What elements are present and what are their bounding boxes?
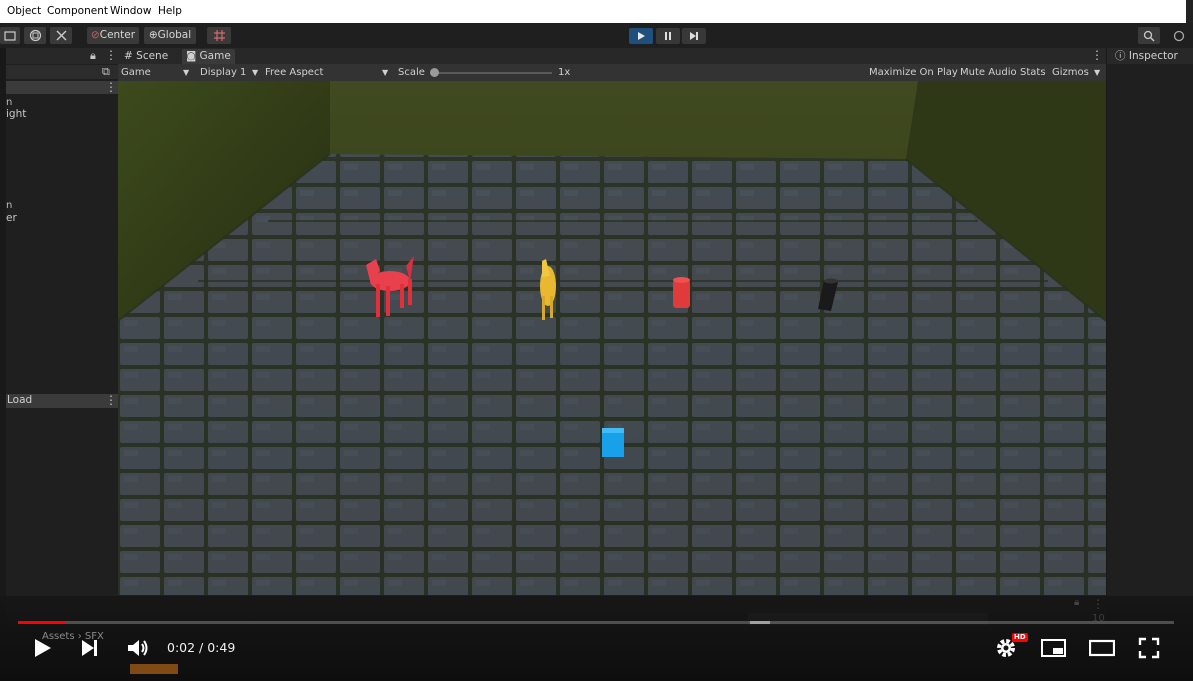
miniplayer-icon [1041,639,1066,657]
view-tabs: # Scene ◙ Game ⋮ [118,48,1106,64]
load-scene-menu-icon[interactable]: ⋮ [105,393,117,407]
transform-tool-icon [29,29,41,42]
tab-game[interactable]: ◙ Game [182,49,235,64]
gizmos-label: Gizmos [1052,67,1089,78]
rect-tool-icon [4,31,16,41]
grid-snap-button[interactable] [207,27,231,44]
fullscreen-icon [1138,637,1160,659]
space-global-button[interactable]: ⊕Global [144,27,196,44]
chevron-down-icon: ▼ [1094,68,1101,77]
main-toolbar: ⊘Center ⊕Global [0,23,1193,48]
info-icon: ⓘ [1115,50,1126,62]
tab-inspector-label: Inspector [1128,50,1178,62]
video-time-display: 0:02 / 0:49 [167,640,236,655]
theater-mode-button[interactable] [1088,638,1116,658]
mute-audio-toggle[interactable]: Mute Audio [960,65,1017,81]
hierarchy-search[interactable]: ⧉ [6,65,118,79]
next-icon [82,640,97,656]
step-icon [690,32,698,40]
grid-snap-icon [213,30,225,41]
video-buffer [750,621,770,624]
play-button[interactable] [629,28,653,44]
scene-header-row[interactable]: ⋮ [6,80,118,94]
space-label: Global [157,29,192,41]
view-mode-label: Game [121,67,151,78]
menu-window[interactable]: Window [110,5,151,17]
search-icon [1143,30,1155,42]
tab-scene-label: Scene [136,50,169,62]
pause-icon [665,32,671,40]
game-viewport[interactable] [118,81,1106,595]
display-dropdown[interactable]: Display 1 ▼ [200,65,262,81]
pause-button[interactable] [656,28,680,44]
scene-menu-icon[interactable]: ⋮ [105,80,117,94]
video-next-button[interactable] [79,637,101,659]
play-icon [638,32,645,40]
pivot-label: Center [99,29,136,41]
menu-help[interactable]: Help [158,5,182,17]
step-button[interactable] [682,28,706,44]
video-play-button[interactable] [30,636,54,660]
services-icon[interactable] [1172,29,1186,43]
gizmos-dropdown[interactable]: Gizmos ▼ [1052,65,1104,81]
blue-cube-top [602,428,624,433]
custom-tool-button[interactable] [50,27,72,44]
aspect-label: Free Aspect [265,67,324,78]
asset-thumbnail[interactable] [130,664,178,674]
aspect-dropdown[interactable]: Free Aspect ▼ [265,65,393,81]
maximize-on-play-toggle[interactable]: Maximize On Play [869,65,958,81]
hd-badge: HD [1012,633,1028,642]
scale-label: Scale [398,67,425,78]
tools-icon [56,30,66,41]
hierarchy-item[interactable]: n [6,200,12,211]
chevron-down-icon: ▼ [183,68,190,77]
lock-icon[interactable]: 🔒︎ [90,49,96,63]
chevron-down-icon: ▼ [252,68,259,77]
hierarchy-panel: 🔒︎ ⋮ ⧉ ⋮ n ight n er Load ⋮ [6,48,118,596]
menu-object[interactable]: Object [7,5,41,17]
pivot-icon: ⊘ [90,29,100,41]
scale-slider-handle[interactable] [430,68,439,77]
tab-inspector[interactable]: ⓘ Inspector [1111,49,1182,64]
hierarchy-item-player[interactable]: er [6,212,17,224]
more-icon[interactable]: ⋮ [105,48,117,62]
hierarchy-item-light[interactable]: ight [6,108,26,120]
scale-value: 1x [558,67,571,78]
scene-grid-icon: # [124,50,133,62]
hierarchy-header: 🔒︎ ⋮ [6,48,118,64]
fullscreen-button[interactable] [1138,637,1160,659]
hierarchy-item[interactable]: n [6,97,12,108]
scale-slider[interactable] [430,68,552,77]
gamepad-icon: ◙ [186,50,197,62]
stats-toggle[interactable]: Stats [1020,65,1046,81]
play-icon [35,639,51,657]
inspector-header: ⓘ Inspector [1107,48,1193,64]
filter-icon[interactable]: ⧉ [102,65,110,79]
red-cylinder [673,277,690,308]
load-scene-row[interactable]: Load ⋮ [6,393,118,408]
menu-bar: Object Component Window Help [0,0,1193,23]
game-scene [118,81,1106,595]
video-progress-fill [18,621,66,624]
chevron-down-icon: ▼ [382,68,389,77]
search-button[interactable] [1138,27,1160,44]
display-label: Display 1 [200,67,247,78]
game-panel-menu-icon[interactable]: ⋮ [1091,48,1103,62]
transform-tool-button[interactable] [24,27,46,44]
video-progress-track[interactable] [18,621,1174,624]
volume-icon [128,640,148,656]
tab-game-label: Game [199,50,231,62]
inspector-panel: ⓘ Inspector [1107,48,1193,596]
menu-component[interactable]: Component [47,5,108,17]
rect-tool-button[interactable] [0,27,20,44]
video-volume-button[interactable] [126,637,150,659]
globe-icon: ⊕ [148,29,158,41]
tab-scene[interactable]: # Scene [120,49,172,64]
theater-icon [1088,639,1116,657]
view-mode-dropdown[interactable]: Game ▼ [121,65,193,81]
load-scene-label: Load [7,394,33,406]
pivot-center-button[interactable]: ⊘Center [87,27,139,44]
miniplayer-button[interactable] [1041,638,1067,658]
